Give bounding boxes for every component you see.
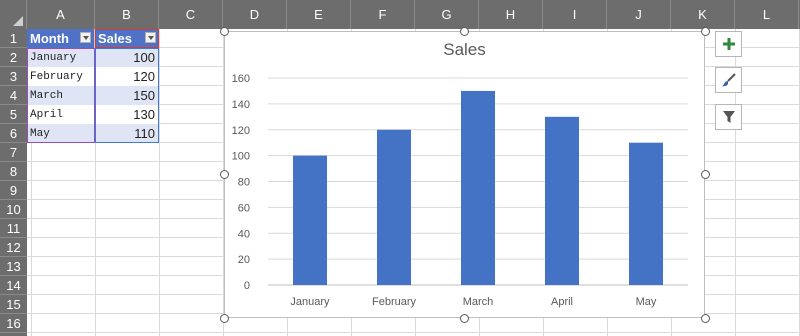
- table-row: May 110: [27, 124, 159, 143]
- row-header-14[interactable]: 14: [0, 276, 27, 295]
- row-header-2[interactable]: 2: [0, 48, 27, 67]
- y-tick-label: 120: [232, 125, 250, 137]
- y-tick-label: 60: [238, 202, 250, 214]
- select-all-corner[interactable]: [0, 0, 27, 29]
- row-header-15[interactable]: 15: [0, 295, 27, 314]
- row-header-5[interactable]: 5: [0, 105, 27, 124]
- row-header-1[interactable]: 1: [0, 29, 27, 48]
- column-header-k[interactable]: K: [671, 0, 735, 29]
- row-header-4[interactable]: 4: [0, 86, 27, 105]
- row-header-13[interactable]: 13: [0, 257, 27, 276]
- bar-april[interactable]: [545, 116, 579, 285]
- y-tick-label: 100: [232, 151, 250, 163]
- y-tick-label: 140: [232, 99, 250, 111]
- row-header-12[interactable]: 12: [0, 238, 27, 257]
- row-header-10[interactable]: 10: [0, 200, 27, 219]
- row-header-6[interactable]: 6: [0, 124, 27, 143]
- column-header-a[interactable]: A: [27, 0, 95, 29]
- bar-chart: 0 20 40 60 80 100 120 140 160 January February Marc…: [232, 73, 688, 308]
- y-tick-label: 0: [244, 280, 250, 292]
- column-header-e[interactable]: E: [287, 0, 351, 29]
- column-header-j[interactable]: J: [607, 0, 671, 29]
- month-cell[interactable]: March: [27, 86, 95, 105]
- x-tick-label: March: [463, 296, 494, 308]
- sales-cell[interactable]: 130: [95, 105, 159, 124]
- sales-cell[interactable]: 150: [95, 86, 159, 105]
- x-tick-label: February: [372, 296, 417, 308]
- sales-cell[interactable]: 110: [95, 124, 159, 143]
- select-all-icon: [13, 16, 23, 26]
- chart-resize-handle[interactable]: [460, 26, 469, 36]
- filter-dropdown-month-icon[interactable]: [80, 32, 91, 43]
- column-header-i[interactable]: I: [543, 0, 607, 29]
- row-header-7[interactable]: 7: [0, 143, 27, 162]
- x-tick-label: January: [290, 296, 330, 308]
- y-tick-label: 160: [232, 73, 250, 85]
- chart-resize-handle[interactable]: [700, 313, 710, 323]
- row-header-3[interactable]: 3: [0, 67, 27, 86]
- table-header-row: Month Sales: [27, 29, 159, 48]
- bar-january[interactable]: [293, 155, 327, 285]
- chart-resize-handle[interactable]: [700, 26, 710, 36]
- y-tick-label: 80: [238, 177, 250, 189]
- column-header-f[interactable]: F: [351, 0, 415, 29]
- column-header-l[interactable]: L: [735, 0, 799, 29]
- header-sales-cell[interactable]: Sales: [95, 29, 159, 48]
- filter-icon: [722, 111, 735, 123]
- table-row: March 150: [27, 86, 159, 105]
- header-sales-label: Sales: [98, 31, 132, 46]
- chart-resize-handle[interactable]: [219, 313, 229, 323]
- chart-resize-handle[interactable]: [700, 170, 710, 179]
- column-header-c[interactable]: C: [159, 0, 223, 29]
- plus-icon: [722, 38, 735, 50]
- chart-resize-handle[interactable]: [460, 313, 469, 323]
- table-row: April 130: [27, 105, 159, 124]
- month-cell[interactable]: January: [27, 48, 95, 67]
- bar-february[interactable]: [377, 129, 411, 285]
- table-row: January 100: [27, 48, 159, 67]
- column-header-b[interactable]: B: [95, 0, 159, 29]
- month-cell[interactable]: February: [27, 67, 95, 86]
- chart-filters-button[interactable]: [715, 104, 742, 130]
- sales-cell[interactable]: 100: [95, 48, 159, 67]
- bar-march[interactable]: [461, 90, 495, 285]
- chart-area[interactable]: Sales 0 20 40 60 80 100 120 140 160 January Februa…: [224, 31, 705, 318]
- brush-icon: [721, 73, 736, 87]
- chart-resize-handle[interactable]: [219, 26, 229, 36]
- table-row: February 120: [27, 67, 159, 86]
- x-tick-label: April: [551, 296, 573, 308]
- x-tick-label: May: [636, 296, 657, 308]
- row-header-16[interactable]: 16: [0, 314, 27, 333]
- chart-styles-button[interactable]: [715, 67, 742, 93]
- column-header-g[interactable]: G: [415, 0, 479, 29]
- header-month-cell[interactable]: Month: [27, 29, 95, 48]
- chart-resize-handle[interactable]: [219, 170, 229, 179]
- y-tick-label: 20: [238, 254, 250, 266]
- column-header-h[interactable]: H: [479, 0, 543, 29]
- bar-may[interactable]: [629, 142, 663, 285]
- column-header-d[interactable]: D: [223, 0, 287, 29]
- row-header-11[interactable]: 11: [0, 219, 27, 238]
- filter-dropdown-sales-icon[interactable]: [145, 32, 156, 43]
- row-header-9[interactable]: 9: [0, 181, 27, 200]
- sales-cell[interactable]: 120: [95, 67, 159, 86]
- month-cell[interactable]: April: [27, 105, 95, 124]
- header-month-label: Month: [30, 31, 69, 46]
- month-cell[interactable]: May: [27, 124, 95, 143]
- row-header-8[interactable]: 8: [0, 162, 27, 181]
- y-tick-label: 40: [238, 228, 250, 240]
- chart-elements-button[interactable]: [715, 31, 742, 57]
